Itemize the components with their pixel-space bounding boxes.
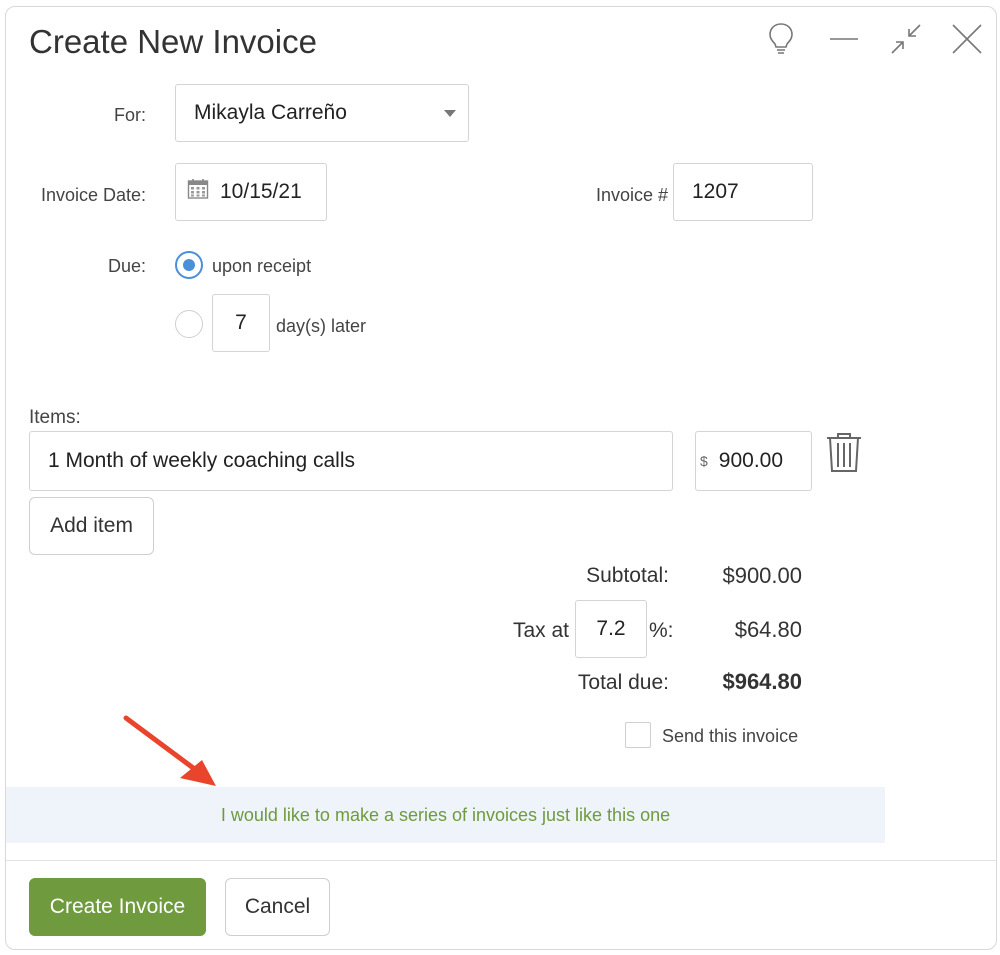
- total-due-value: $964.80: [722, 669, 802, 694]
- add-item-button[interactable]: Add item: [29, 497, 154, 555]
- total-due-label: Total due:: [577, 671, 669, 694]
- currency-symbol: $: [700, 453, 708, 469]
- tax-value: $64.80: [734, 617, 802, 642]
- cancel-button[interactable]: Cancel: [225, 878, 330, 936]
- invoice-date-label: Invoice Date:: [40, 185, 146, 205]
- item-description-input[interactable]: 1 Month of weekly coaching calls: [29, 431, 673, 491]
- invoice-number-label: Invoice #: [595, 185, 668, 205]
- invoice-date-field[interactable]: 10/15/21: [175, 163, 327, 221]
- caret-down-icon: [444, 110, 456, 117]
- trash-icon[interactable]: [826, 431, 862, 473]
- send-invoice-label: Send this invoice: [662, 726, 799, 746]
- send-invoice-checkbox[interactable]: [625, 722, 651, 748]
- make-series-link-text: I would like to make a series of invoice…: [220, 804, 671, 825]
- client-select[interactable]: Mikayla Carreño: [175, 84, 469, 142]
- client-select-value: Mikayla Carreño: [194, 101, 347, 124]
- create-invoice-dialog: Create New Invoice For: Mikayla Carreño …: [5, 6, 997, 950]
- due-label: Due:: [107, 256, 146, 276]
- tax-label: Tax at: [512, 619, 569, 642]
- due-days-later-label: day(s) later: [276, 316, 367, 336]
- item-amount-value: 900.00: [718, 449, 784, 472]
- due-days-value: 7: [235, 311, 247, 334]
- dialog-title: Create New Invoice: [29, 23, 317, 60]
- make-series-link[interactable]: I would like to make a series of invoice…: [6, 787, 885, 843]
- invoice-number-value: 1207: [692, 180, 739, 203]
- calendar-icon: [187, 178, 209, 206]
- create-invoice-button[interactable]: Create Invoice: [29, 878, 206, 936]
- due-days-later-radio[interactable]: [175, 310, 203, 338]
- due-days-input[interactable]: 7: [212, 294, 270, 352]
- item-amount-input[interactable]: $ 900.00: [695, 431, 812, 491]
- tax-rate-input[interactable]: 7.2: [575, 600, 647, 658]
- item-description-value: 1 Month of weekly coaching calls: [48, 449, 355, 472]
- invoice-number-field[interactable]: 1207: [673, 163, 813, 221]
- close-icon[interactable]: [949, 21, 985, 57]
- minimize-icon[interactable]: [826, 21, 862, 57]
- tax-rate-value: 7.2: [596, 617, 626, 640]
- due-upon-receipt-radio[interactable]: [175, 251, 203, 279]
- footer-divider: [6, 860, 996, 861]
- tax-percent-suffix: %:: [649, 619, 674, 642]
- items-label: Items:: [29, 407, 81, 428]
- invoice-date-value: 10/15/21: [220, 180, 302, 203]
- subtotal-value: $900.00: [722, 563, 802, 588]
- lightbulb-icon[interactable]: [763, 21, 799, 57]
- due-upon-receipt-label: upon receipt: [212, 256, 312, 276]
- for-label: For:: [113, 105, 146, 125]
- collapse-icon[interactable]: [888, 21, 924, 57]
- annotation-arrow: [123, 715, 216, 786]
- subtotal-label: Subtotal:: [586, 564, 669, 587]
